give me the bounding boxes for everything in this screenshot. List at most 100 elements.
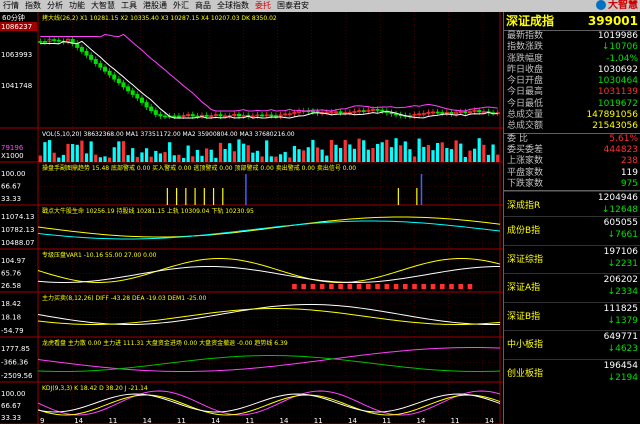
quote-value: 1030692 [597,64,638,75]
p2-line [37,216,501,238]
candle-body [130,90,135,95]
breadth-value: 119 [620,167,638,178]
quote-value: 1019986 [597,31,638,41]
kdj-d [37,394,501,416]
candle-body [463,111,468,114]
candle-body [116,78,121,84]
menu-item-4[interactable]: 大智慧 [88,0,118,12]
p3-bar [329,284,334,289]
index-change: ↓12648 [601,205,638,216]
volume-bar [380,142,384,162]
candle-body [121,82,126,88]
volume-bar [436,142,440,162]
chart-area[interactable]: 1086237 1063993 1041748 60分钟 拷大线(26,2) X1 10… [0,12,503,424]
quote-row: 涨跌幅度 -1.04% [504,54,640,65]
index-row[interactable]: 中小板指 649771 ↓4623 [504,330,640,359]
p3-y-label: 65.76 [1,270,22,278]
breadth-row: 委 比 5.61% [504,134,640,145]
candle-body [338,111,343,114]
quote-row: 总成交额 21543056 [504,121,640,132]
main-y-label: 1086237 [1,23,32,31]
index-row[interactable]: 深证综指 197106 ↓2231 [504,244,640,274]
volume-bar [251,152,255,162]
volume-bar [140,152,144,162]
p3-bar [347,284,353,289]
volume-bar [454,140,458,162]
menu-item-0[interactable]: 行情 [0,0,22,12]
candle-body [163,115,168,118]
index-value: 197106 [603,246,638,257]
index-label: 创业板指 [507,368,544,379]
p5-y-label: -366.36 [1,359,29,367]
menu-item-8[interactable]: 商品 [192,0,214,12]
candle-body [135,94,140,99]
volume-bar [94,154,98,162]
volume-bar [209,149,213,162]
volume-bar [375,143,380,162]
volume-bar [325,155,329,162]
volume-bar [491,144,495,162]
candle-body [218,114,223,117]
quote-value: 21543056 [592,121,638,132]
index-row[interactable]: 深成指R 1204946 ↓12648 [504,191,640,216]
index-row[interactable]: 创业板指 196454 ↓2194 [504,358,640,388]
menu-item-5[interactable]: 工具 [118,0,140,12]
p3-y-label: 104.97 [1,257,26,265]
x-axis-label: 11 [314,417,323,424]
volume-bar [38,155,42,162]
volume-bar [255,150,260,162]
quote-title: 深证成指 399001 [504,12,640,31]
index-row[interactable]: 深证B指 111825 ↓1379 [504,301,640,331]
index-value: 111825 [603,303,638,314]
volume-bar [394,138,398,162]
volume-bar [107,157,112,162]
p3-bar [467,284,473,289]
volume-bar [177,154,181,162]
menu-item-6[interactable]: 港股通 [140,0,170,12]
volume-bar [343,139,347,162]
candle-body [102,66,108,72]
menu-item-7[interactable]: 外汇 [170,0,192,12]
volume-bar [135,156,139,162]
p5-y-label: -2509.56 [1,372,33,380]
menu-item-2[interactable]: 分析 [44,0,66,12]
quote-label: 涨跌幅度 [507,53,544,64]
menu-item-10[interactable]: 委托 [252,0,274,12]
candle-body [260,114,265,117]
p4-y-label: 18.42 [1,300,21,308]
volume-bar [283,151,287,162]
breadth-value: 5.61% [609,133,638,144]
volume-bar [195,149,200,162]
candlestick-chart-svg[interactable]: 1086237 1063993 1041748 60分钟 拷大线(26,2) X1 10… [0,12,503,424]
volume-bar [163,152,167,162]
index-change: ↓7661 [607,230,638,241]
x-axis-label: 14 [485,417,494,424]
volume-bar [172,155,176,162]
candle-body [126,86,131,92]
candle-body [42,41,47,43]
index-value: 649771 [603,332,638,343]
menu-item-9[interactable]: 全球指数 [214,0,252,12]
candle-body [139,97,144,103]
index-change: ↓2334 [607,287,638,298]
quote-label: 今日开盘 [507,76,544,87]
quote-row: 今日开盘 1030464 [504,76,640,87]
menu-item-3[interactable]: 功能 [66,0,88,12]
menu-bar: 行情 指数 分析 功能 大智慧 工具 港股通 外汇 商品 全球指数 委托 国泰君安 [0,0,640,12]
volume-bar [459,143,463,162]
p5-legend: 龙虎看盘 主力散 0.00 主力进 111.31 大盘资金进场 0.00 大盘资… [42,339,288,347]
volume-bar [399,145,403,162]
volume-bar [371,148,375,162]
quote-row: 总成交量 147891056 [504,110,640,121]
menu-item-11[interactable]: 国泰君安 [274,0,312,12]
menu-item-1[interactable]: 指数 [22,0,44,12]
volume-bar [412,156,417,162]
volume-bar [334,144,338,162]
index-row[interactable]: 成份B指 605055 ↓7661 [504,216,640,245]
volume-bar [158,153,163,162]
x-axis-label: 9 [40,417,44,424]
volume-bar [426,144,431,162]
main-y-label: 1041748 [1,82,32,90]
index-row[interactable]: 深证A指 206202 ↓2334 [504,273,640,302]
candle-body [236,113,241,117]
